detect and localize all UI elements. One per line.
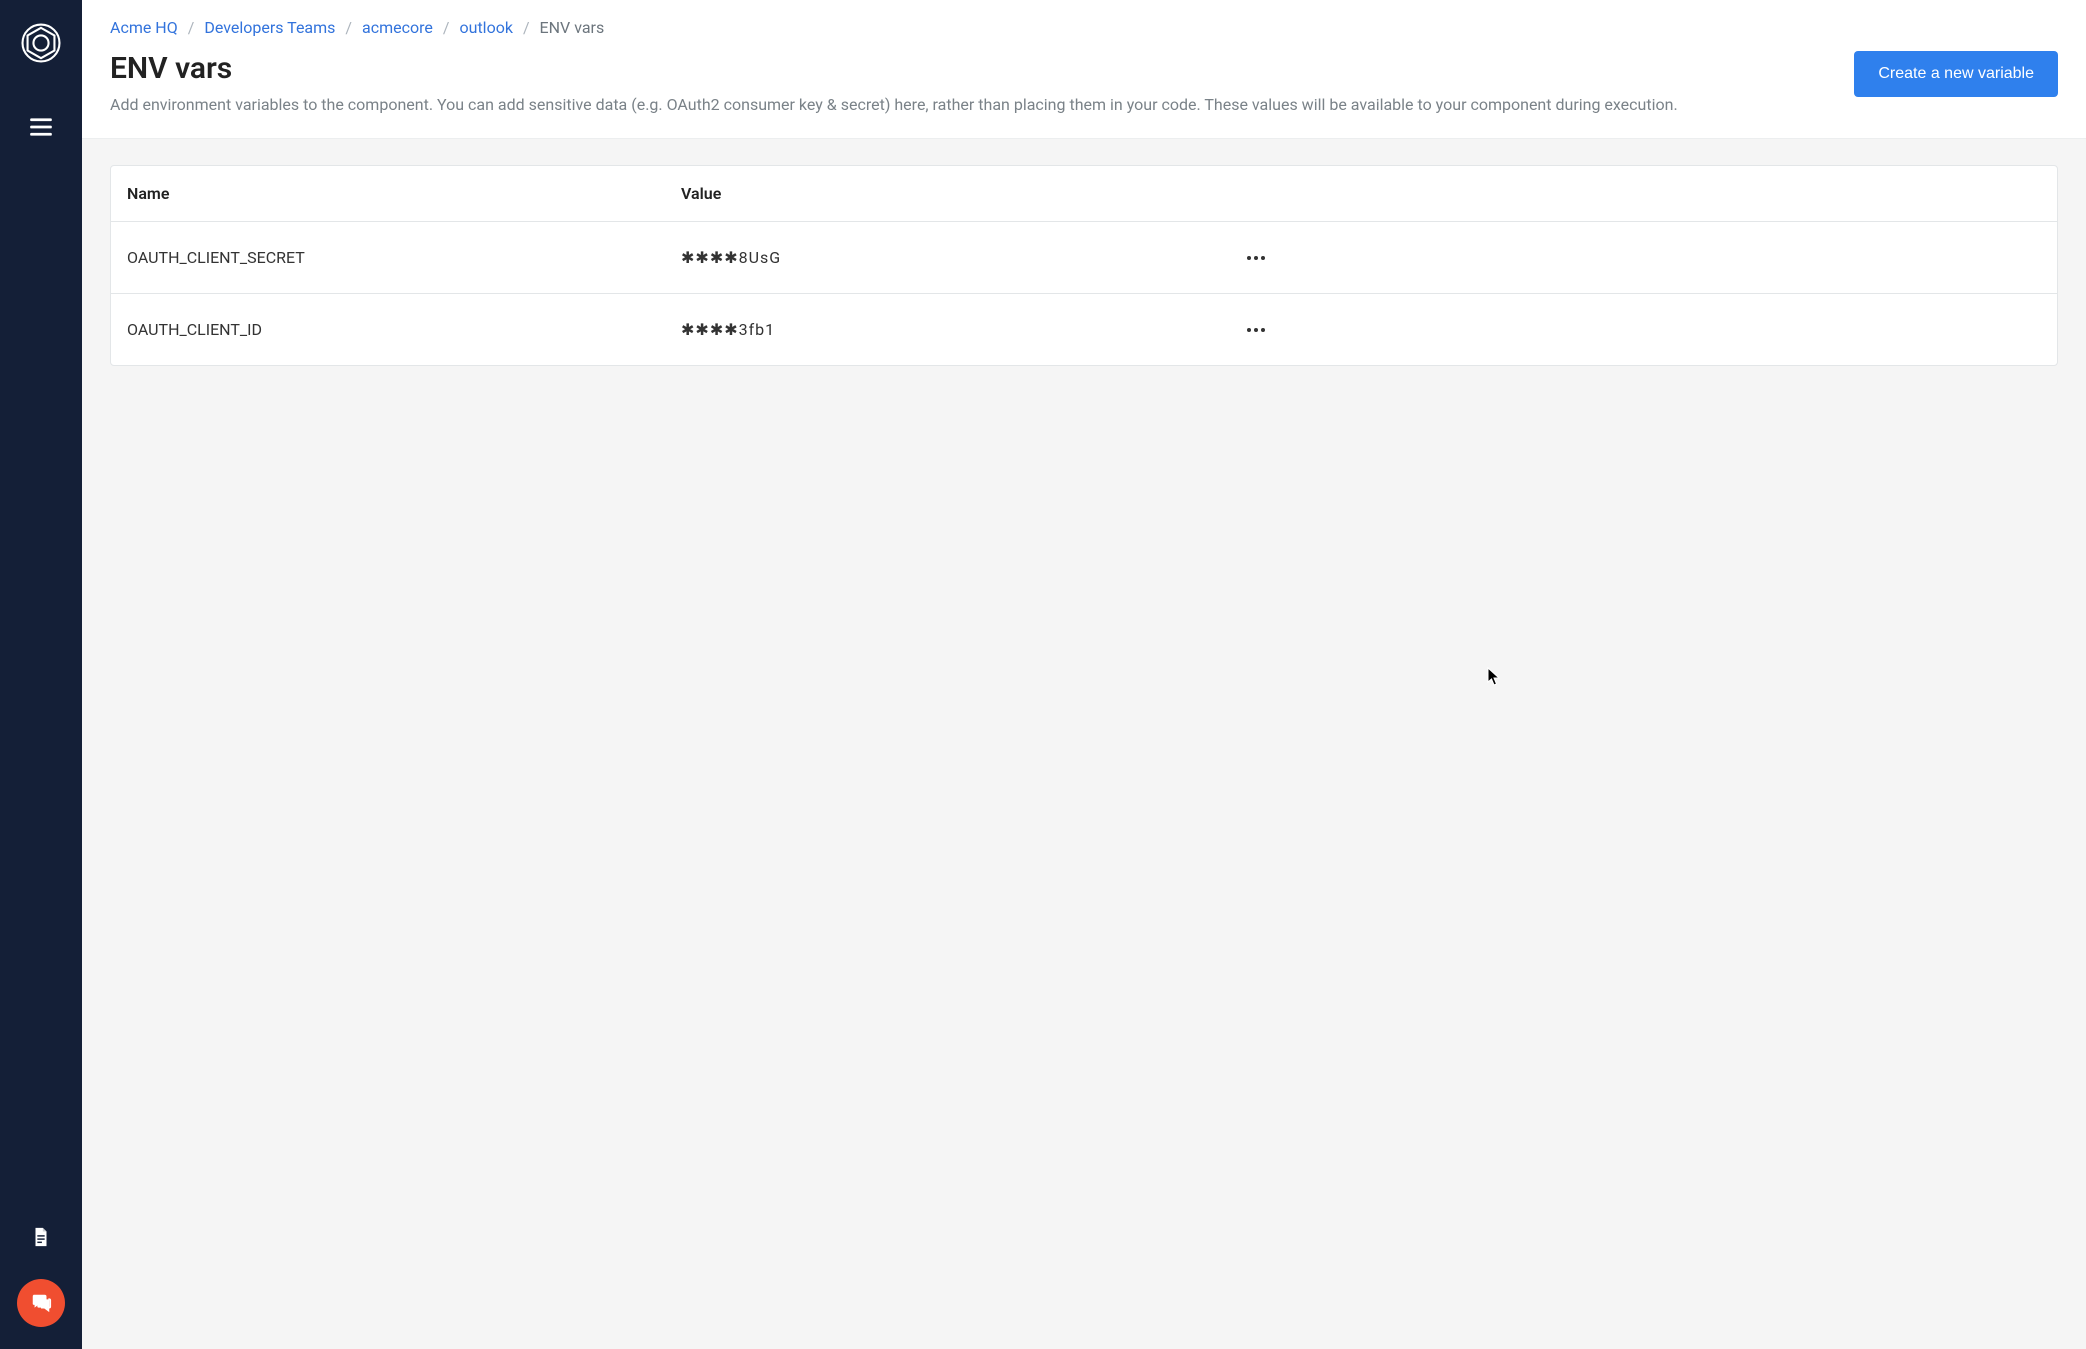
env-var-name: OAUTH_CLIENT_SECRET xyxy=(125,248,681,267)
env-var-name: OAUTH_CLIENT_ID xyxy=(125,320,681,339)
breadcrumb-separator: / xyxy=(345,18,352,37)
page-title: ENV vars xyxy=(110,51,1830,86)
breadcrumb: Acme HQ / Developers Teams / acmecore / … xyxy=(110,18,2058,37)
sidebar xyxy=(0,0,82,1349)
create-variable-button[interactable]: Create a new variable xyxy=(1854,51,2058,97)
main-content: Acme HQ / Developers Teams / acmecore / … xyxy=(82,0,2086,1349)
breadcrumb-link-1[interactable]: Developers Teams xyxy=(204,18,335,37)
page-description: Add environment variables to the compone… xyxy=(110,94,1830,116)
breadcrumb-separator: / xyxy=(443,18,450,37)
table-header-row: Name Value xyxy=(111,166,2057,222)
table-row: OAUTH_CLIENT_ID ✱✱✱✱3fb1 xyxy=(111,294,2057,365)
menu-icon[interactable] xyxy=(0,104,82,150)
breadcrumb-current: ENV vars xyxy=(540,18,605,37)
breadcrumb-separator: / xyxy=(188,18,195,37)
breadcrumb-link-0[interactable]: Acme HQ xyxy=(110,18,178,37)
breadcrumb-separator: / xyxy=(523,18,530,37)
document-icon[interactable] xyxy=(0,1213,82,1261)
breadcrumb-link-3[interactable]: outlook xyxy=(460,18,513,37)
env-var-value: ✱✱✱✱3fb1 xyxy=(681,320,1241,339)
row-actions-icon[interactable] xyxy=(1241,321,1271,339)
table-header-name: Name xyxy=(125,184,681,203)
row-actions-icon[interactable] xyxy=(1241,249,1271,267)
app-logo[interactable] xyxy=(20,22,62,64)
table-header-value: Value xyxy=(681,184,1241,203)
chat-icon[interactable] xyxy=(17,1279,65,1327)
env-vars-table: Name Value OAUTH_CLIENT_SECRET ✱✱✱✱8UsG … xyxy=(110,165,2058,366)
env-var-value: ✱✱✱✱8UsG xyxy=(681,248,1241,267)
table-row: OAUTH_CLIENT_SECRET ✱✱✱✱8UsG xyxy=(111,222,2057,294)
page-header: Acme HQ / Developers Teams / acmecore / … xyxy=(82,0,2086,139)
breadcrumb-link-2[interactable]: acmecore xyxy=(362,18,433,37)
